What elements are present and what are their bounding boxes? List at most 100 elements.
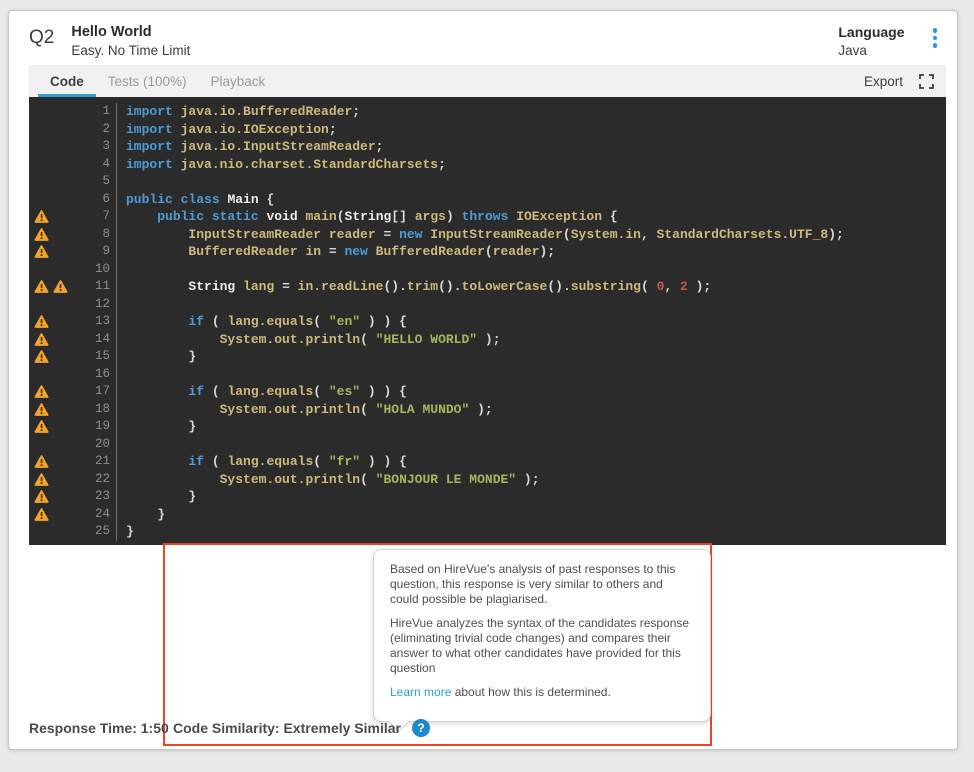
code-text: if ( lang.equals( "en" ) ) { xyxy=(117,313,407,331)
code-editor: 1import java.io.BufferedReader;2import j… xyxy=(29,97,946,545)
gutter-warnings xyxy=(29,278,87,296)
code-text: import java.io.BufferedReader; xyxy=(117,103,360,121)
line-number: 23 xyxy=(87,488,117,506)
code-text xyxy=(117,366,126,384)
code-text: } xyxy=(117,523,134,541)
warning-icon xyxy=(34,385,49,398)
response-time: Response Time: 1:50 xyxy=(29,720,173,736)
header-right: Language Java xyxy=(838,24,937,58)
tooltip-paragraph-2: HireVue analyzes the syntax of the candi… xyxy=(390,616,694,676)
code-text xyxy=(117,296,126,314)
gutter-warnings xyxy=(29,331,87,349)
line-number: 6 xyxy=(87,191,117,209)
gutter-warnings xyxy=(29,418,87,436)
gutter-warnings xyxy=(29,506,87,524)
gutter-warnings xyxy=(29,208,87,226)
line-number: 15 xyxy=(87,348,117,366)
kebab-dot xyxy=(933,43,938,48)
warning-icon xyxy=(34,473,49,486)
code-line: 6public class Main { xyxy=(29,191,946,209)
question-title: Hello World xyxy=(71,24,190,40)
gutter-warnings xyxy=(29,226,87,244)
line-number: 9 xyxy=(87,243,117,261)
tab-code[interactable]: Code xyxy=(38,65,96,97)
line-number: 16 xyxy=(87,366,117,384)
code-text: } xyxy=(117,348,196,366)
line-number: 11 xyxy=(87,278,117,296)
warning-icon xyxy=(34,280,49,293)
line-number: 19 xyxy=(87,418,117,436)
gutter-warnings xyxy=(29,436,87,454)
warning-icon xyxy=(34,228,49,241)
line-number: 10 xyxy=(87,261,117,279)
line-number: 2 xyxy=(87,121,117,139)
gutter-warnings xyxy=(29,348,87,366)
code-line: 16 xyxy=(29,366,946,384)
code-similarity-tooltip: Based on HireVue's analysis of past resp… xyxy=(373,549,711,722)
line-number: 3 xyxy=(87,138,117,156)
warning-icon xyxy=(53,280,68,293)
line-number: 18 xyxy=(87,401,117,419)
line-number: 4 xyxy=(87,156,117,174)
gutter-warnings xyxy=(29,453,87,471)
warning-icon xyxy=(34,210,49,223)
code-line: 9 BufferedReader in = new BufferedReader… xyxy=(29,243,946,261)
warning-icon xyxy=(34,403,49,416)
code-text: public static void main(String[] args) t… xyxy=(117,208,618,226)
code-line: 3import java.io.InputStreamReader; xyxy=(29,138,946,156)
question-panel: Q2 Hello World Easy. No Time Limit Langu… xyxy=(8,10,958,750)
line-number: 24 xyxy=(87,506,117,524)
code-line: 20 xyxy=(29,436,946,454)
code-line: 18 System.out.println( "HOLA MUNDO" ); xyxy=(29,401,946,419)
gutter-warnings xyxy=(29,401,87,419)
gutter-warnings xyxy=(29,173,87,191)
code-line: 15 } xyxy=(29,348,946,366)
language-label: Language xyxy=(838,24,904,40)
code-text: String lang = in.readLine().trim().toLow… xyxy=(117,278,711,296)
code-text: } xyxy=(117,488,196,506)
code-text: BufferedReader in = new BufferedReader(r… xyxy=(117,243,555,261)
code-line: 25} xyxy=(29,523,946,541)
code-text xyxy=(117,261,126,279)
code-text: System.out.println( "BONJOUR LE MONDE" )… xyxy=(117,471,540,489)
code-text: if ( lang.equals( "es" ) ) { xyxy=(117,383,407,401)
line-number: 21 xyxy=(87,453,117,471)
code-text: import java.io.InputStreamReader; xyxy=(117,138,383,156)
gutter-warnings xyxy=(29,471,87,489)
warning-icon xyxy=(34,245,49,258)
code-lines: 1import java.io.BufferedReader;2import j… xyxy=(29,103,946,541)
warning-icon xyxy=(34,350,49,363)
gutter-warnings xyxy=(29,243,87,261)
tab-tests[interactable]: Tests (100%) xyxy=(96,65,199,97)
gutter-warnings xyxy=(29,313,87,331)
export-button[interactable]: Export xyxy=(864,74,903,89)
question-number: Q2 xyxy=(29,24,54,49)
line-number: 13 xyxy=(87,313,117,331)
line-number: 20 xyxy=(87,436,117,454)
gutter-warnings xyxy=(29,156,87,174)
kebab-menu-icon[interactable] xyxy=(933,24,938,48)
code-text: System.out.println( "HELLO WORLD" ); xyxy=(117,331,501,349)
gutter-warnings xyxy=(29,523,87,541)
code-line: 1import java.io.BufferedReader; xyxy=(29,103,946,121)
tooltip-paragraph-1: Based on HireVue's analysis of past resp… xyxy=(390,562,694,607)
gutter-warnings xyxy=(29,488,87,506)
line-number: 17 xyxy=(87,383,117,401)
line-number: 1 xyxy=(87,103,117,121)
code-line: 21 if ( lang.equals( "fr" ) ) { xyxy=(29,453,946,471)
code-line: 10 xyxy=(29,261,946,279)
line-number: 5 xyxy=(87,173,117,191)
code-line: 11 String lang = in.readLine().trim().to… xyxy=(29,278,946,296)
line-number: 8 xyxy=(87,226,117,244)
warning-icon xyxy=(34,333,49,346)
learn-more-link[interactable]: Learn more xyxy=(390,685,451,699)
line-number: 25 xyxy=(87,523,117,541)
fullscreen-icon[interactable] xyxy=(919,74,934,89)
tab-playback[interactable]: Playback xyxy=(199,65,278,97)
warning-icon xyxy=(34,508,49,521)
kebab-dot xyxy=(933,28,938,33)
code-text: InputStreamReader reader = new InputStre… xyxy=(117,226,844,244)
gutter-warnings xyxy=(29,103,87,121)
help-icon[interactable]: ? xyxy=(412,719,430,737)
code-line: 12 xyxy=(29,296,946,314)
